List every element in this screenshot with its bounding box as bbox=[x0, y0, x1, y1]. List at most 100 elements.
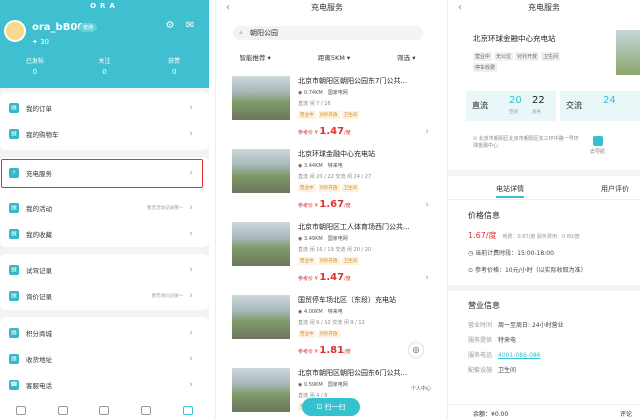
chevron-right-icon: › bbox=[425, 273, 429, 283]
avatar[interactable] bbox=[4, 20, 26, 42]
station-name: 北京环球金融中心充电站 bbox=[473, 34, 556, 43]
service-phone: 服务电话 4001-086-086 bbox=[468, 352, 541, 359]
search-value: 朝阳公园 bbox=[250, 29, 278, 37]
nav-bar: ‹ 充电服务 bbox=[216, 0, 438, 16]
tab-user-reviews[interactable]: 用户评价 bbox=[601, 182, 629, 196]
price-section-title: 价格信息 bbox=[468, 211, 500, 220]
menu-item-favorites[interactable]: ▤ 我的收藏 › bbox=[0, 222, 209, 246]
menu-item-customer-service[interactable]: ☎ 客服电话 › bbox=[0, 373, 209, 397]
current-period: ◷ 当前计费时段：15:00-18:00 bbox=[468, 250, 554, 257]
ac-counter: 交流 24 bbox=[560, 91, 640, 121]
parking-price: ⊙ 参考价格：10元/小时（以实际收取为准） bbox=[468, 267, 587, 274]
chevron-right-icon: › bbox=[189, 229, 193, 239]
username: ora_bB00 bbox=[32, 22, 85, 33]
menu-item-points-mall[interactable]: ▤ 积分商城 › bbox=[0, 321, 209, 345]
personal-center[interactable]: 个人中心 bbox=[406, 385, 436, 392]
business-hours: 营业时间 周一至周日: 24小时营业 bbox=[468, 322, 564, 329]
chevron-right-icon: › bbox=[189, 380, 193, 390]
profile-panel: ORA ora_bB00 普通 ✦ 30 ⚙ ✉ 已发帖 0 关注 0 获赞 0 ▤ 我… bbox=[0, 0, 209, 419]
balance: 余额：¥0.00 bbox=[473, 411, 509, 418]
panel-separator bbox=[209, 0, 215, 419]
page-title: 充电服务 bbox=[528, 3, 560, 12]
menu-item-orders[interactable]: ▤ 我的订单 › bbox=[0, 96, 209, 120]
mail-icon[interactable]: ✉ bbox=[184, 20, 196, 32]
shop-tab-icon[interactable] bbox=[57, 405, 68, 415]
menu-item-address[interactable]: ▤ 收货地址 › bbox=[0, 347, 209, 371]
menu-item-cart[interactable]: ▤ 我的购物车 › bbox=[0, 122, 209, 146]
station-photo bbox=[232, 76, 290, 120]
search-icon: ⌕ bbox=[239, 29, 243, 37]
stat-following[interactable]: 关注 0 bbox=[70, 56, 140, 76]
comment-button[interactable]: 评论 bbox=[620, 409, 632, 418]
profile-tab-icon[interactable] bbox=[183, 405, 194, 415]
mall-icon: ▤ bbox=[9, 328, 19, 338]
back-icon[interactable]: ‹ bbox=[458, 0, 462, 16]
phone-link[interactable]: 4001-086-086 bbox=[498, 352, 541, 359]
menu-item-test-drive[interactable]: ▤ 试驾记录 › bbox=[0, 258, 209, 282]
station-detail-panel: ‹ 充电服务 北京环球金融中心充电站 营业中 无公位 对外开放 卫生间 停车收费 直流 … bbox=[447, 0, 640, 419]
brand-logo: ORA bbox=[90, 2, 119, 10]
bottom-tabbar bbox=[0, 401, 209, 419]
car-tab-icon[interactable] bbox=[99, 405, 110, 415]
home-tab-icon[interactable] bbox=[15, 405, 26, 415]
station-item[interactable]: 北京环球金融中心充电站 ◉ 3.44KM 特来电 直流 闲 20 / 22 交流… bbox=[216, 145, 438, 215]
navigation-icon bbox=[592, 136, 603, 146]
chevron-right-icon: › bbox=[189, 328, 193, 338]
chevron-right-icon: › bbox=[189, 354, 193, 364]
station-item[interactable]: 北京市朝阳区工人体育场西门公共... ◉ 3.49KM 国家电网 直流 闲 16… bbox=[216, 218, 438, 288]
station-photo bbox=[232, 149, 290, 193]
page-title: 充电服务 bbox=[311, 3, 343, 12]
community-tab-icon[interactable] bbox=[141, 405, 152, 415]
chevron-right-icon: › bbox=[189, 203, 193, 213]
business-section-title: 营业信息 bbox=[468, 301, 500, 310]
station-tags: 营业中 无公位 对外开放 卫生间 停车收费 bbox=[473, 52, 561, 72]
chevron-right-icon: › bbox=[189, 129, 193, 139]
menu-item-inquiry[interactable]: ▤ 询价记录 暂无询价记录～ › bbox=[0, 284, 209, 308]
bottom-bar: 余额：¥0.00 评论 bbox=[448, 404, 640, 419]
filter-bar: 智能推荐 ▾ 距离5KM ▾ 筛选 ▾ bbox=[216, 52, 438, 62]
navigate-button[interactable]: 去导航 bbox=[590, 136, 605, 155]
back-icon[interactable]: ‹ bbox=[226, 0, 230, 16]
panel-separator bbox=[441, 0, 447, 419]
points: ✦ 30 bbox=[32, 38, 50, 46]
divider bbox=[448, 170, 640, 176]
chevron-right-icon: › bbox=[189, 291, 193, 301]
detail-tabs: 电站详情 用户评价 bbox=[448, 182, 640, 200]
inquiry-icon: ▤ bbox=[9, 291, 19, 301]
station-list-panel: ‹ 充电服务 ⌕ 朝阳公园 智能推荐 ▾ 距离5KM ▾ 筛选 ▾ 北京市朝阳区… bbox=[215, 0, 438, 419]
station-item[interactable]: 北京市朝阳区朝阳公园东7门公共... ◉ 0.74KM 国家电网 直流 闲 7 … bbox=[216, 72, 438, 142]
tab-station-detail[interactable]: 电站详情 bbox=[496, 182, 524, 198]
order-icon: ▤ bbox=[9, 103, 19, 113]
menu-item-activities[interactable]: ▤ 我的活动 暂无活动记录哦～ › bbox=[0, 196, 209, 220]
stat-likes[interactable]: 获赞 0 bbox=[139, 56, 209, 76]
station-photo bbox=[232, 368, 290, 412]
station-photo[interactable] bbox=[616, 30, 640, 75]
locate-icon[interactable]: ◎ bbox=[409, 343, 423, 357]
filter-sort[interactable]: 智能推荐 ▾ bbox=[239, 52, 270, 62]
member-badge: 普通 bbox=[79, 23, 98, 32]
stat-posts[interactable]: 已发帖 0 bbox=[0, 56, 70, 76]
profile-header: ORA ora_bB00 普通 ✦ 30 ⚙ ✉ 已发帖 0 关注 0 获赞 0 bbox=[0, 0, 209, 88]
filter-distance[interactable]: 距离5KM ▾ bbox=[318, 52, 350, 62]
search-input[interactable]: ⌕ 朝阳公园 bbox=[233, 26, 423, 40]
dc-counter: 直流 20 空闲 22 总共 bbox=[466, 91, 556, 121]
station-item[interactable]: 国贸停车场北区（东段）充电站 ◉ 4.00KM 特来电 直流 闲 9 / 10 … bbox=[216, 291, 438, 361]
stats-row: 已发帖 0 关注 0 获赞 0 bbox=[0, 56, 209, 76]
chevron-right-icon: › bbox=[189, 265, 193, 275]
cart-icon: ▤ bbox=[9, 129, 19, 139]
station-address: ⊙ 北京市朝阳区北京市朝阳区东三环中路一号环球金融中心 bbox=[473, 136, 579, 149]
nav-bar: ‹ 充电服务 bbox=[448, 0, 640, 16]
chevron-right-icon: › bbox=[189, 103, 193, 113]
price-line: 1.67/度 电费：0.87/度 服务费用：0.80/度 bbox=[468, 231, 580, 240]
scan-button[interactable]: ⊡ 扫一扫 bbox=[302, 398, 360, 416]
service-provider: 服务提供 特来电 bbox=[468, 337, 517, 344]
phone-icon: ☎ bbox=[9, 380, 19, 390]
settings-icon[interactable]: ⚙ bbox=[164, 20, 176, 32]
divider bbox=[448, 285, 640, 291]
highlight-box bbox=[1, 159, 203, 188]
facilities: 配套设施 卫生间 bbox=[468, 367, 517, 374]
test-drive-icon: ▤ bbox=[9, 265, 19, 275]
station-photo bbox=[232, 295, 290, 339]
favorite-icon: ▤ bbox=[9, 229, 19, 239]
filter-more[interactable]: 筛选 ▾ bbox=[397, 52, 415, 62]
